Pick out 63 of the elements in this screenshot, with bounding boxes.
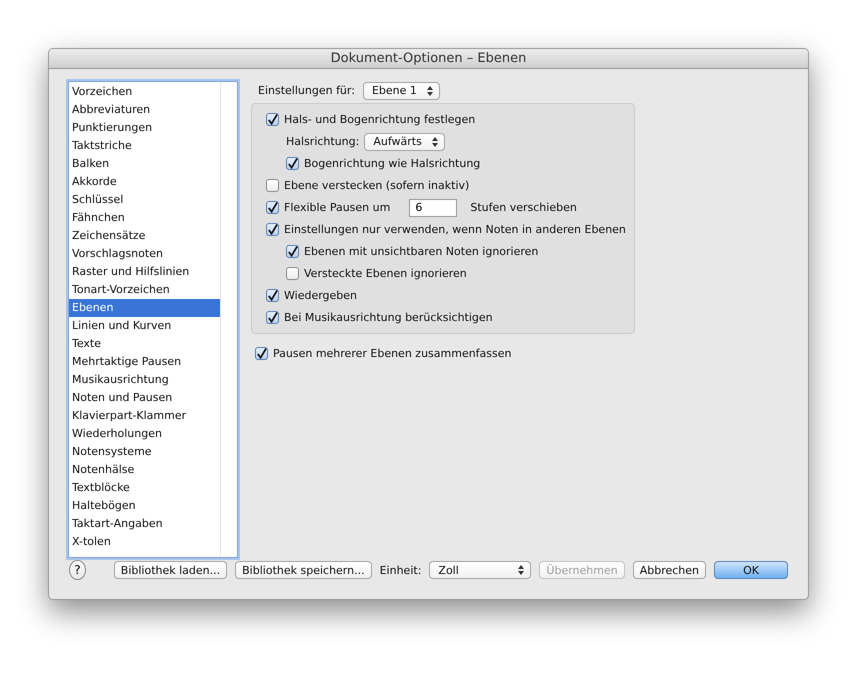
list-item[interactable]: Haltebögen (69, 496, 220, 515)
checkbox[interactable] (286, 267, 299, 280)
settings-for-label: Einstellungen für: (258, 84, 355, 98)
checkbox[interactable] (266, 113, 279, 126)
list-item[interactable]: Tonart-Vorzeichen (69, 280, 220, 299)
checkbox-label: Pausen mehrerer Ebenen zusammenfassen (273, 347, 512, 360)
dialog-button[interactable]: Abbrechen (632, 561, 706, 580)
checkbox[interactable] (266, 179, 279, 192)
list-item[interactable]: Notensysteme (69, 442, 220, 461)
list-item[interactable]: Raster und Hilfslinien (69, 262, 220, 281)
checkbox[interactable] (255, 347, 268, 360)
updown-icon (518, 565, 524, 576)
stem-direction-popup[interactable]: Aufwärts (364, 132, 445, 151)
list-item[interactable]: Balken (69, 154, 220, 173)
checkbox-label: Bogenrichtung wie Halsrichtung (304, 157, 480, 170)
checkbox-label: Ebene verstecken (sofern inaktiv) (284, 179, 470, 192)
list-item[interactable]: Schlüssel (69, 190, 220, 209)
list-item[interactable]: Notenhälse (69, 460, 220, 479)
unit-popup[interactable]: Zoll (429, 561, 532, 580)
checkbox-label: Hals- und Bogenrichtung festlegen (284, 113, 476, 126)
dialog-button[interactable]: OK (714, 561, 788, 580)
list-item[interactable]: Vorschlagsnoten (69, 244, 220, 263)
list-item[interactable]: Mehrtaktige Pausen (69, 352, 220, 371)
stem-direction-label: Halsrichtung: (286, 135, 360, 148)
list-item[interactable]: X-tolen (69, 532, 220, 551)
list-item[interactable]: Akkorde (69, 172, 220, 191)
list-item[interactable]: Vorzeichen (69, 82, 220, 101)
checkbox-label: Einstellungen nur verwenden, wenn Noten in anderen Ebenen (284, 223, 626, 236)
layer-popup[interactable]: Ebene 1 (362, 82, 440, 100)
list-item[interactable]: Abbreviaturen (69, 100, 220, 119)
checkbox[interactable] (266, 223, 279, 236)
list-item[interactable]: Zeichensätze (69, 226, 220, 245)
list-item[interactable]: Ebenen (69, 298, 220, 317)
list-item[interactable]: Taktart-Angaben (69, 514, 220, 533)
checkbox-label: Flexible Pausen um (284, 201, 390, 214)
list-item[interactable]: Klavierpart-Klammer (69, 406, 220, 425)
steps-label: Stufen verschieben (470, 201, 577, 214)
checkbox-label: Versteckte Ebenen ignorieren (304, 267, 467, 280)
list-item[interactable]: Noten und Pausen (69, 388, 220, 407)
checkbox-label: Wiedergeben (284, 289, 358, 302)
updown-icon (426, 86, 433, 96)
list-item[interactable]: Musikausrichtung (69, 370, 220, 389)
checkbox[interactable] (266, 289, 279, 302)
updown-icon (432, 136, 438, 147)
unit-label: Einheit: (380, 564, 422, 577)
list-item[interactable]: Linien und Kurven (69, 316, 220, 335)
checkbox-label: Bei Musikausrichtung berücksichtigen (284, 311, 493, 324)
checkbox[interactable] (266, 201, 279, 214)
list-item[interactable]: Fähnchen (69, 208, 220, 227)
help-button[interactable]: ? (69, 560, 86, 580)
list-item[interactable]: Wiederholungen (69, 424, 220, 443)
window-title: Dokument-Optionen – Ebenen (330, 50, 526, 66)
list-item[interactable]: Textblöcke (69, 478, 220, 497)
list-item[interactable]: Taktstriche (69, 136, 220, 155)
load-library-button[interactable]: Bibliothek laden... (114, 561, 228, 580)
checkbox-label: Ebenen mit unsichtbaren Noten ignorieren (304, 245, 538, 258)
save-library-button[interactable]: Bibliothek speichern... (235, 561, 372, 580)
list-item[interactable]: Punktierungen (69, 118, 220, 137)
checkbox[interactable] (266, 311, 279, 324)
checkbox[interactable] (286, 157, 299, 170)
list-item[interactable]: Texte (69, 334, 220, 353)
steps-input[interactable]: 6 (409, 198, 458, 217)
checkbox[interactable] (286, 245, 299, 258)
